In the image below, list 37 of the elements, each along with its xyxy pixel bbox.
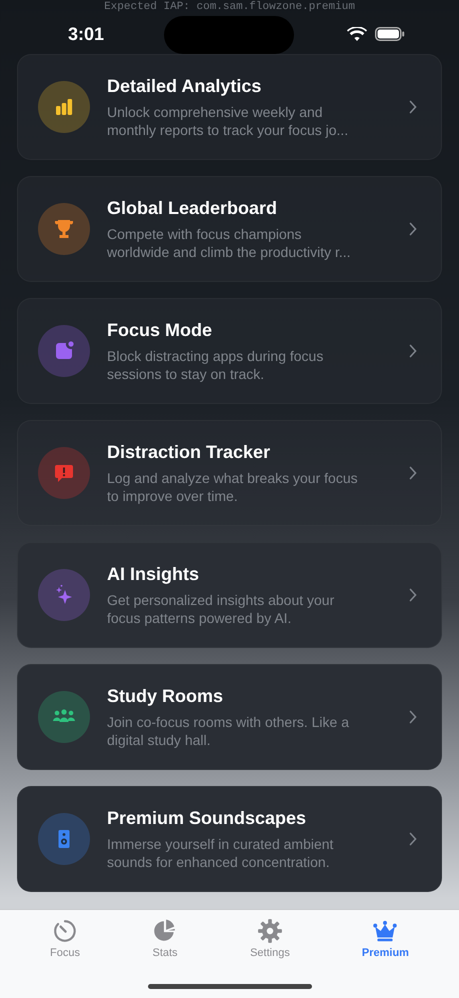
debug-text: Expected IAP: com.sam.flowzone.premium [103, 0, 356, 14]
battery-icon [375, 27, 405, 41]
feature-title: Global Leaderboard [107, 198, 278, 218]
status-time: 3:01 [68, 24, 104, 44]
timer-icon [52, 918, 78, 944]
feature-card[interactable]: Detailed Analytics Unlock comprehensive weekly and monthly reports to track your focus jo... [17, 54, 442, 160]
feature-description: Join co-focus rooms with others. Like a digital study hall. [107, 712, 350, 748]
feature-card[interactable]: Distraction Tracker Log and analyze what breaks your focus to improve over time. [17, 420, 442, 526]
gear-icon [256, 918, 283, 944]
feature-card[interactable]: Premium Soundscapes Immerse yourself in curated ambient sounds for enhanced concentration. [17, 786, 442, 892]
feature-title: Premium Soundscapes [107, 808, 308, 828]
feature-card[interactable]: Global Leaderboard Compete with focus champions worldwide and climb the productivity r... [17, 176, 442, 282]
chevron-icon [409, 832, 417, 846]
chevron-icon [409, 100, 417, 114]
feature-description: Compete with focus champions worldwide and climb the productivity r... [107, 224, 352, 260]
feature-description: Immerse yourself in curated ambient sounds for enhanced concentration. [107, 834, 334, 870]
chevron-icon [409, 588, 417, 602]
trophy-icon [52, 217, 76, 241]
feature-title: Detailed Analytics [107, 76, 262, 96]
chevron-icon [409, 222, 417, 236]
feature-description: Log and analyze what breaks your focus to improve over time. [107, 468, 358, 504]
feature-title: Distraction Tracker [107, 442, 272, 462]
feature-title: AI Insights [107, 564, 200, 584]
crown-icon [372, 918, 398, 944]
feature-title: Focus Mode [107, 320, 214, 340]
feature-description: Block distracting apps during focus sessions to stay on track. [107, 346, 324, 382]
feature-card[interactable]: Focus Mode Block distracting apps during focus sessions to stay on track. [17, 298, 442, 404]
wifi-icon [347, 26, 367, 42]
feature-card[interactable]: Study Rooms Join co-focus rooms with others. Like a digital study hall. [17, 664, 442, 770]
feature-title: Study Rooms [107, 686, 224, 706]
chevron-icon [409, 466, 417, 480]
chevron-icon [409, 344, 417, 358]
feature-card[interactable]: AI Insights Get personalized insights about your focus patterns powered by AI. [17, 542, 442, 648]
chevron-icon [409, 710, 417, 724]
tab-item[interactable]: Premium [354, 916, 417, 961]
feature-description: Unlock comprehensive weekly and monthly reports to track your focus jo... [107, 102, 350, 138]
feature-description: Get personalized insights about your focus patterns powered by AI. [107, 590, 336, 626]
